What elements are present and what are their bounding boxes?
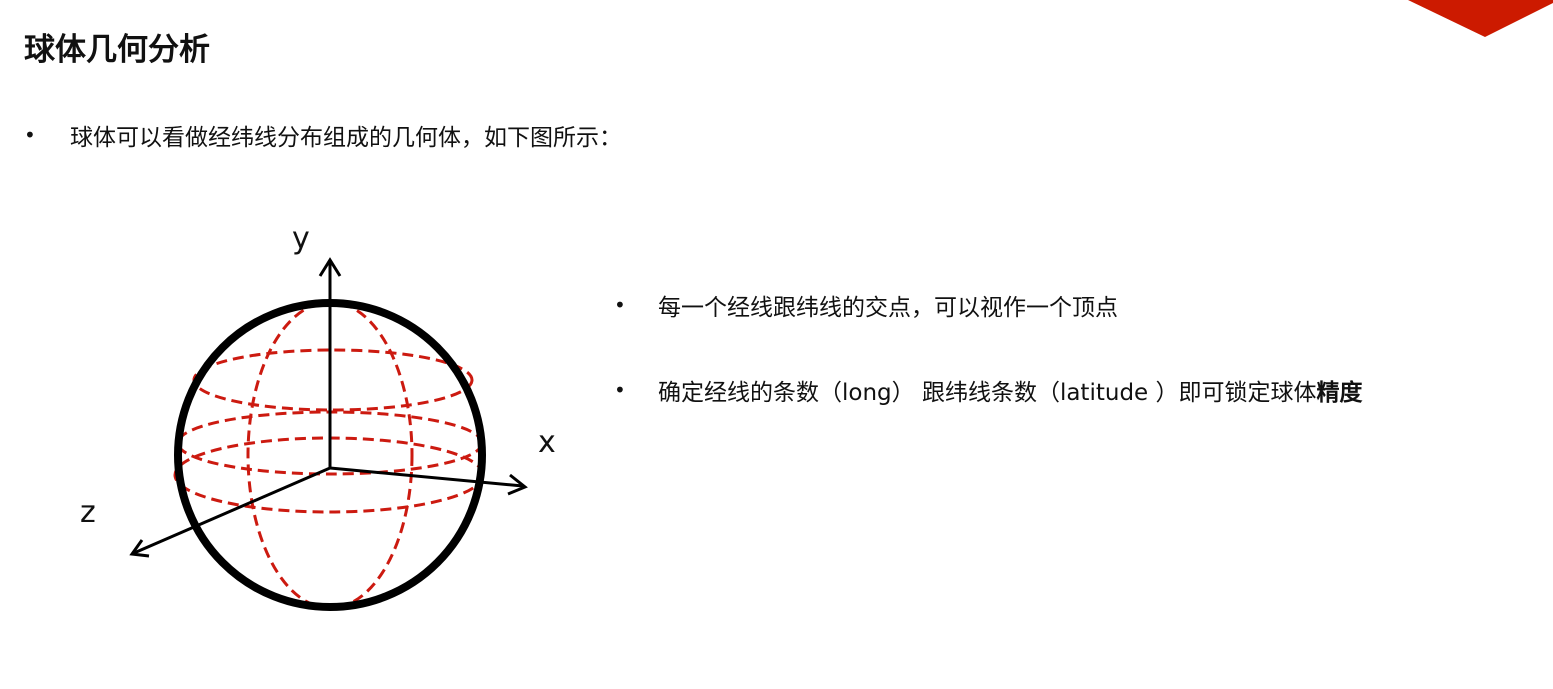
- x-axis: [329, 466, 524, 488]
- latitude-line: [192, 348, 474, 412]
- z-axis-label: z: [80, 495, 96, 530]
- y-axis-label: y: [292, 221, 310, 256]
- x-axis-label: x: [538, 425, 556, 460]
- sphere-diagram: y x z: [80, 221, 556, 611]
